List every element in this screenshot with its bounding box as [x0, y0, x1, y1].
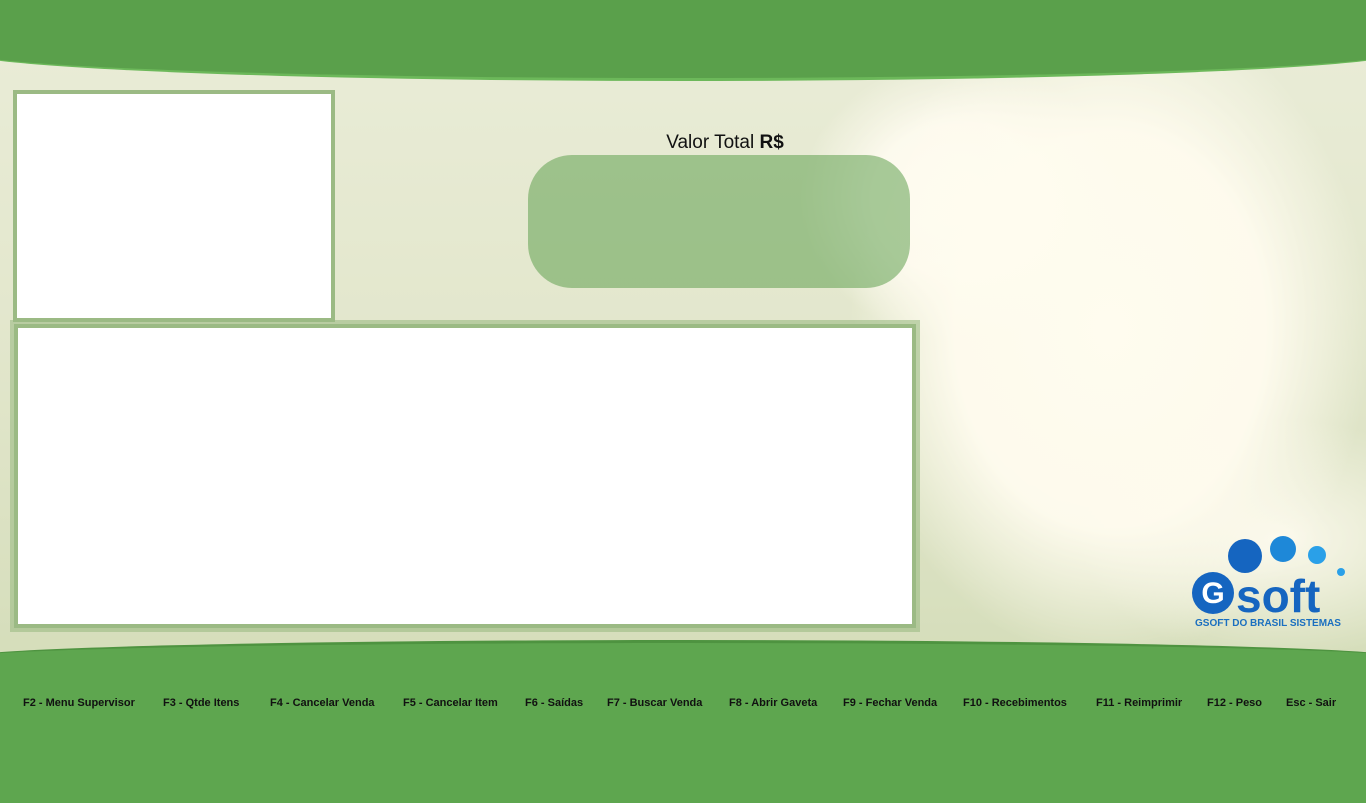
shortcut-f5-cancelar-item[interactable]: F5 - Cancelar Item	[403, 697, 498, 709]
shortcut-f4-cancelar-venda[interactable]: F4 - Cancelar Venda	[270, 697, 375, 709]
total-value-box	[528, 155, 910, 288]
product-image-panel	[13, 90, 335, 322]
top-header-bar	[0, 0, 1366, 81]
logo-soft-letters: soft	[1236, 570, 1320, 622]
bottom-footer-bar	[0, 640, 1366, 803]
total-label-text: Valor Total	[666, 132, 755, 153]
shortcut-f2-menu-supervisor[interactable]: F2 - Menu Supervisor	[23, 697, 135, 709]
shortcut-f3-qtde-itens[interactable]: F3 - Qtde Itens	[163, 697, 239, 709]
shortcut-f11-reimprimir[interactable]: F11 - Reimprimir	[1096, 697, 1182, 709]
logo-caption: GSOFT DO BRASIL SISTEMAS	[1195, 618, 1341, 629]
total-label: Valor Total R$	[600, 132, 850, 154]
gsoft-logo-icon: G soft	[1192, 536, 1345, 622]
shortcut-bar: F2 - Menu Supervisor F3 - Qtde Itens F4 …	[0, 697, 1366, 713]
shortcut-f8-abrir-gaveta[interactable]: F8 - Abrir Gaveta	[729, 697, 817, 709]
sale-items-list[interactable]	[10, 320, 920, 632]
shortcut-f7-buscar-venda[interactable]: F7 - Buscar Venda	[607, 697, 702, 709]
shortcut-esc-sair[interactable]: Esc - Sair	[1286, 697, 1336, 709]
shortcut-f10-recebimentos[interactable]: F10 - Recebimentos	[963, 697, 1067, 709]
logo-g-letter: G	[1201, 577, 1224, 610]
shortcut-f6-saidas[interactable]: F6 - Saídas	[525, 697, 583, 709]
total-currency: R$	[759, 132, 784, 153]
shortcut-f12-peso[interactable]: F12 - Peso	[1207, 697, 1262, 709]
shortcut-f9-fechar-venda[interactable]: F9 - Fechar Venda	[843, 697, 937, 709]
